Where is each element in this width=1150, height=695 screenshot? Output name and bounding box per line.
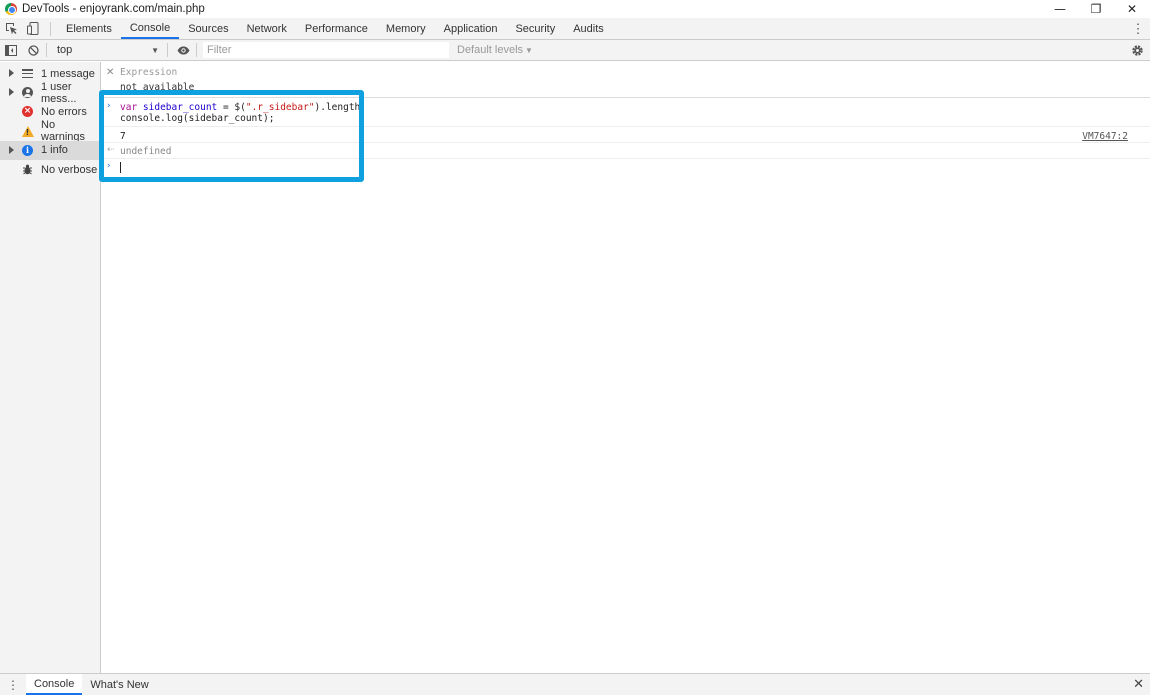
result-value: undefined — [120, 146, 172, 157]
sidebar-item-label: 1 info — [41, 144, 68, 157]
log-source-link[interactable]: VM7647:2 — [1082, 131, 1128, 142]
chrome-logo-icon — [5, 3, 17, 15]
result-arrow-icon: ⇠ — [107, 145, 115, 155]
tab-network[interactable]: Network — [238, 18, 296, 39]
error-icon: × — [22, 106, 33, 118]
clear-console-icon[interactable] — [22, 40, 44, 60]
sidebar-item-label: No errors — [41, 105, 87, 118]
tab-sources[interactable]: Sources — [179, 18, 237, 39]
toolbar-divider — [167, 43, 168, 57]
devtools-tabbar: Elements Console Sources Network Perform… — [0, 18, 1150, 40]
console-prompt[interactable]: › — [101, 159, 1150, 175]
window-titlebar: DevTools - enjoyrank.com/main.php — ❐ ✕ — [0, 0, 1150, 18]
window-title: DevTools - enjoyrank.com/main.php — [22, 3, 205, 15]
drawer-menu-icon[interactable]: ⋮ — [0, 674, 26, 695]
sidebar-item-label: No verbose — [41, 163, 98, 176]
live-expression-label[interactable]: Expression — [120, 67, 177, 78]
tab-performance[interactable]: Performance — [296, 18, 377, 39]
info-icon: i — [21, 144, 34, 157]
user-icon — [21, 86, 34, 99]
sidebar-item-label: 1 message — [41, 67, 95, 80]
dropdown-arrow-icon: ▼ — [151, 45, 159, 55]
close-window-button[interactable]: ✕ — [1114, 0, 1150, 18]
context-selector[interactable]: top ▼ — [53, 42, 163, 58]
console-output[interactable]: ✕ Expression not available › var sidebar… — [101, 62, 1150, 673]
log-levels-label: Default levels — [457, 44, 524, 56]
code-text: = $( — [217, 102, 246, 113]
console-input-entry: › var sidebar_count = $(".r_sidebar").le… — [101, 98, 1150, 127]
drawer-tab-whats-new[interactable]: What's New — [82, 674, 156, 695]
sidebar-item-user-messages[interactable]: 1 user mess... — [0, 80, 100, 105]
tab-security[interactable]: Security — [506, 18, 564, 39]
code-keyword: var — [120, 102, 138, 113]
restore-button[interactable]: ❐ — [1078, 0, 1114, 18]
drawer-tab-console[interactable]: Console — [26, 674, 83, 695]
tab-elements[interactable]: Elements — [57, 18, 121, 39]
input-prompt-icon: › — [107, 101, 111, 111]
sidebar-item-label: 1 user mess... — [41, 80, 77, 105]
remove-expression-icon[interactable]: ✕ — [106, 67, 114, 78]
inspect-element-icon[interactable] — [0, 18, 22, 39]
expand-triangle-icon[interactable] — [9, 69, 14, 77]
context-selector-value: top — [57, 44, 73, 56]
sidebar-item-info[interactable]: i 1 info — [0, 140, 100, 160]
live-expression-eye-icon[interactable] — [172, 40, 194, 60]
more-options-icon[interactable]: ⋮ — [1130, 18, 1146, 39]
input-prompt-icon: › — [107, 161, 111, 171]
code-string: ".r_sidebar" — [245, 102, 315, 113]
code-line-1: var sidebar_count = $(".r_sidebar").leng… — [120, 102, 1150, 113]
dropdown-arrow-icon: ▼ — [525, 45, 533, 55]
toolbar-divider — [50, 22, 51, 36]
expand-triangle-icon[interactable] — [9, 88, 14, 97]
list-icon — [21, 67, 34, 80]
devtools-drawer: ⋮ Console What's New ✕ — [0, 673, 1150, 695]
code-variable: sidebar_count — [142, 102, 218, 113]
device-toolbar-icon[interactable] — [22, 18, 44, 39]
sidebar-item-verbose[interactable]: No verbose — [0, 160, 100, 179]
warning-icon: ! — [21, 125, 34, 138]
console-sidebar: 1 message 1 user mess... × No errors ! N… — [0, 62, 101, 673]
minimize-button[interactable]: — — [1042, 0, 1078, 18]
live-expression: ✕ Expression not available — [101, 62, 1150, 98]
tab-console[interactable]: Console — [120, 18, 180, 39]
bug-icon — [21, 163, 34, 176]
toggle-sidebar-icon[interactable] — [0, 40, 22, 60]
console-result-entry: ⇠ undefined — [101, 143, 1150, 159]
log-levels-dropdown[interactable]: Default levels ▼ — [457, 44, 533, 56]
expand-triangle-icon[interactable] — [9, 145, 14, 154]
tab-application[interactable]: Application — [435, 18, 507, 39]
tab-memory[interactable]: Memory — [377, 18, 435, 39]
tab-audits[interactable]: Audits — [564, 18, 613, 39]
text-cursor — [120, 162, 121, 173]
console-toolbar: top ▼ Default levels ▼ — [0, 40, 1150, 61]
console-settings-gear-icon[interactable] — [1129, 41, 1145, 59]
toolbar-divider — [46, 43, 47, 57]
sidebar-item-label: No warnings — [41, 119, 86, 144]
toolbar-divider — [196, 43, 197, 57]
close-drawer-icon[interactable]: ✕ — [1133, 674, 1144, 695]
window-controls: — ❐ ✕ — [1042, 0, 1150, 18]
console-log-entry: 7 VM7647:2 — [101, 127, 1150, 143]
live-expression-value: not available — [120, 82, 195, 93]
sidebar-item-warnings[interactable]: ! No warnings — [0, 119, 100, 144]
code-text: ).length; — [314, 102, 366, 113]
log-value: 7 — [120, 131, 126, 142]
filter-input[interactable] — [203, 42, 449, 58]
code-line-2: console.log(sidebar_count); — [120, 113, 275, 124]
